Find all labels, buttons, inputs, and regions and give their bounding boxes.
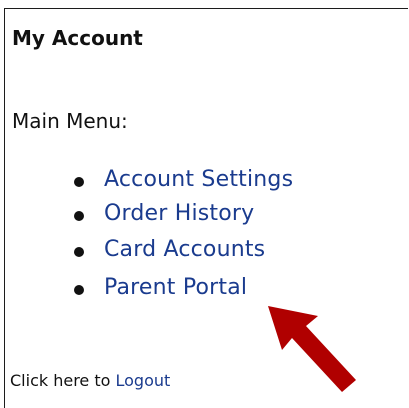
order-history-link[interactable]: Order History: [104, 201, 254, 226]
logout-prompt: Click here to Logout: [10, 371, 170, 390]
account-settings-link[interactable]: Account Settings: [104, 167, 293, 192]
bullet-icon: [74, 177, 84, 187]
panel-title: My Account: [12, 26, 143, 50]
bullet-icon: [74, 247, 84, 257]
card-accounts-link[interactable]: Card Accounts: [104, 237, 265, 262]
parent-portal-link[interactable]: Parent Portal: [104, 275, 247, 300]
bullet-icon: [74, 211, 84, 221]
bullet-icon: [74, 285, 84, 295]
main-menu-label: Main Menu:: [12, 109, 128, 133]
logout-link[interactable]: Logout: [116, 371, 171, 390]
logout-prompt-text: Click here to: [10, 371, 116, 390]
